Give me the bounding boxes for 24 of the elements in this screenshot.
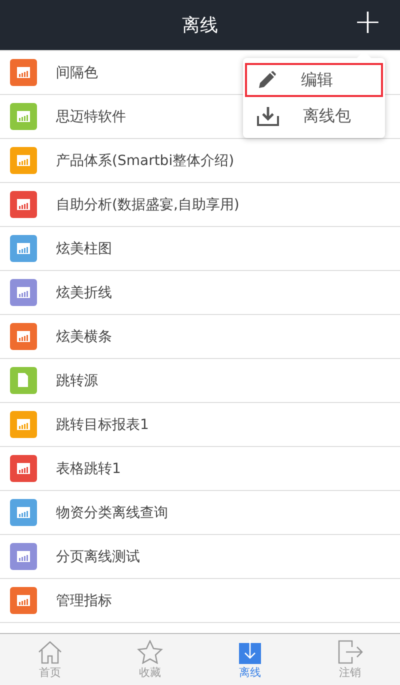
list-item[interactable]: 间隔色	[56, 64, 98, 82]
download-icon	[239, 640, 261, 664]
list-item[interactable]: 跳转源	[56, 372, 98, 390]
download-icon	[257, 106, 279, 126]
list-item[interactable]: 炫美横条	[56, 328, 112, 346]
list-item[interactable]: 炫美柱图	[56, 240, 112, 258]
menu-item[interactable]: 编辑	[245, 63, 383, 97]
home-icon	[37, 640, 63, 664]
list-item[interactable]: 自助分析(数据盛宴,自助享用)	[56, 196, 240, 214]
list-item[interactable]: 跳转目标报表1	[56, 416, 149, 434]
header-title: 离线	[182, 14, 218, 37]
tab[interactable]: 离线	[200, 634, 300, 685]
add-button[interactable]: +	[350, 4, 386, 40]
menu-item[interactable]: 离线包	[245, 99, 383, 133]
list-item[interactable]: 物资分类离线查询	[56, 504, 168, 522]
list-item[interactable]: 思迈特软件	[56, 108, 126, 126]
list-item[interactable]: 炫美折线	[56, 284, 112, 302]
star-icon	[137, 640, 163, 664]
list-item[interactable]: 产品体系(Smartbi整体介绍)	[56, 152, 234, 170]
logout-icon	[337, 640, 363, 664]
pencil-icon	[257, 70, 277, 90]
list-item[interactable]: 分页离线测试	[56, 548, 140, 566]
list-item[interactable]: 表格跳转1	[56, 460, 121, 478]
list-item[interactable]: 管理指标	[56, 592, 112, 610]
